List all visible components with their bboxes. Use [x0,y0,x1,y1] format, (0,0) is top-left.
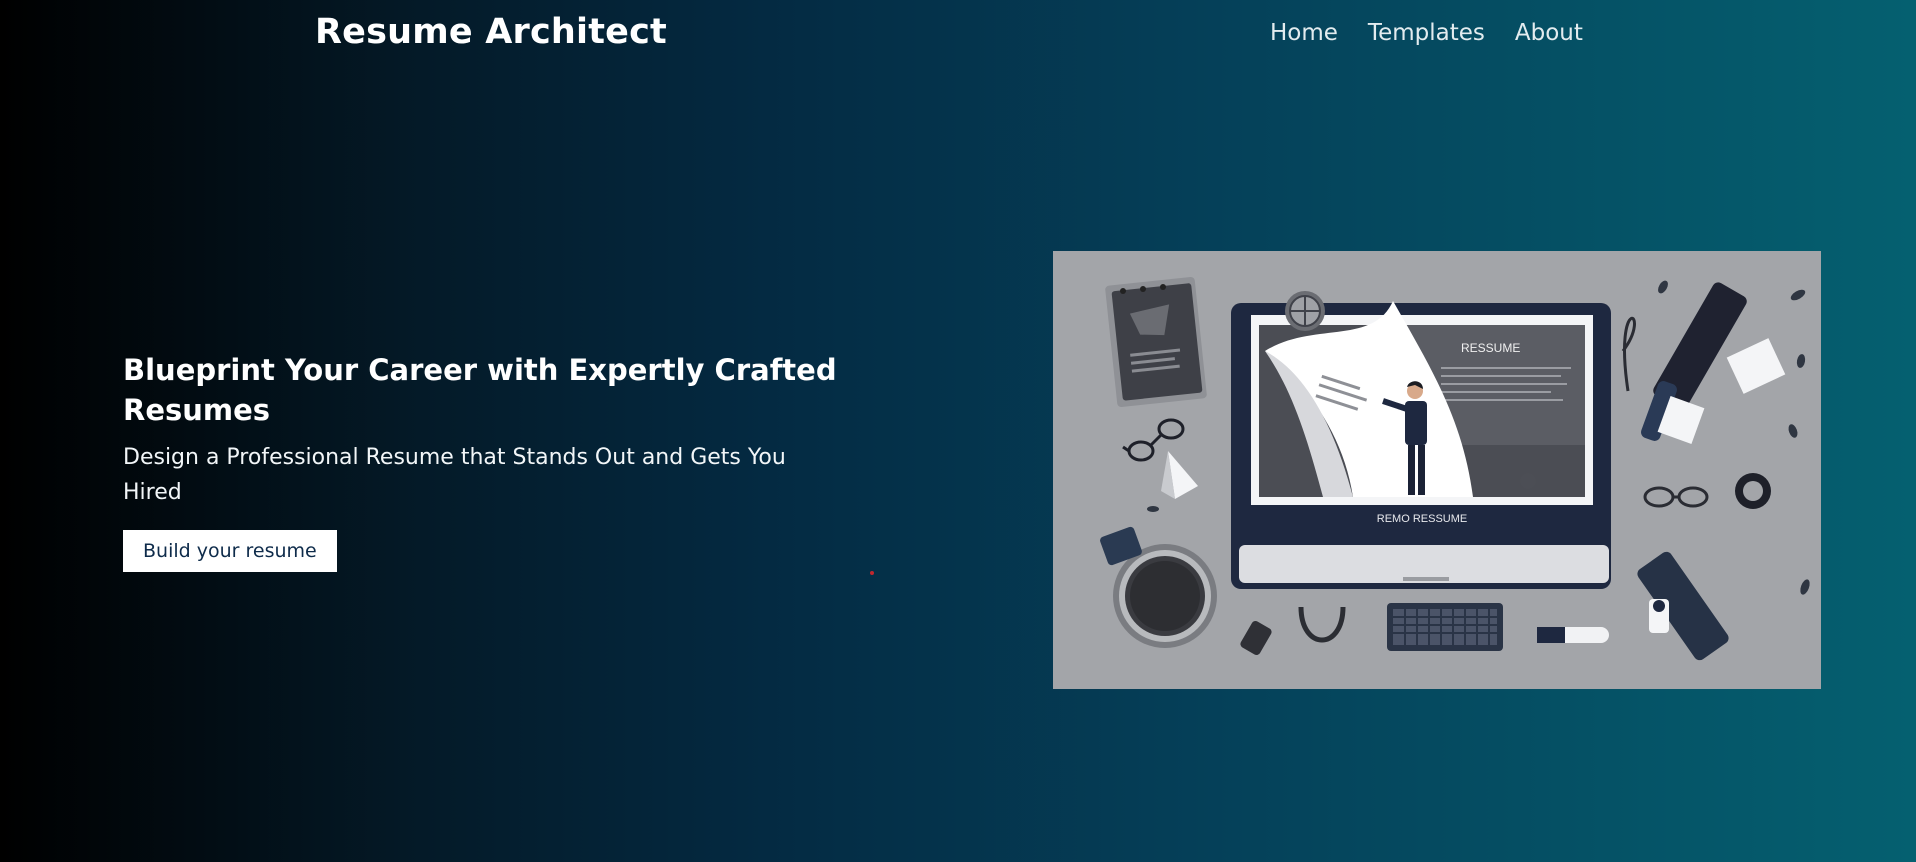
nav-link-home[interactable]: Home [1270,20,1338,46]
build-resume-button[interactable]: Build your resume [123,530,337,572]
desk-items-right [1621,282,1786,661]
hero-heading: Blueprint Your Career with Expertly Craf… [123,353,837,427]
hero-illustration: RESSUME REMO RESSUME [1053,251,1821,689]
monitor-label: REMO RESSUME [1377,513,1467,525]
hero-section: Blueprint Your Career with Expertly Craf… [123,350,843,572]
glasses-icon [1122,418,1185,462]
site-brand-title[interactable]: Resume Architect [315,12,667,52]
hero-subheading: Design a Professional Resume that Stands… [123,445,786,505]
accent-dot [870,571,874,575]
keyboard-icon [1387,603,1503,651]
nav-link-about[interactable]: About [1515,20,1583,46]
screen-title: RESSUME [1461,341,1520,355]
monitor-icon: RESSUME REMO RESSUME [1231,291,1611,589]
clipboard-icon [1105,277,1207,407]
gear-icon [1100,526,1217,648]
main-nav: Home Templates About [1270,20,1583,46]
nav-link-templates[interactable]: Templates [1368,20,1485,46]
